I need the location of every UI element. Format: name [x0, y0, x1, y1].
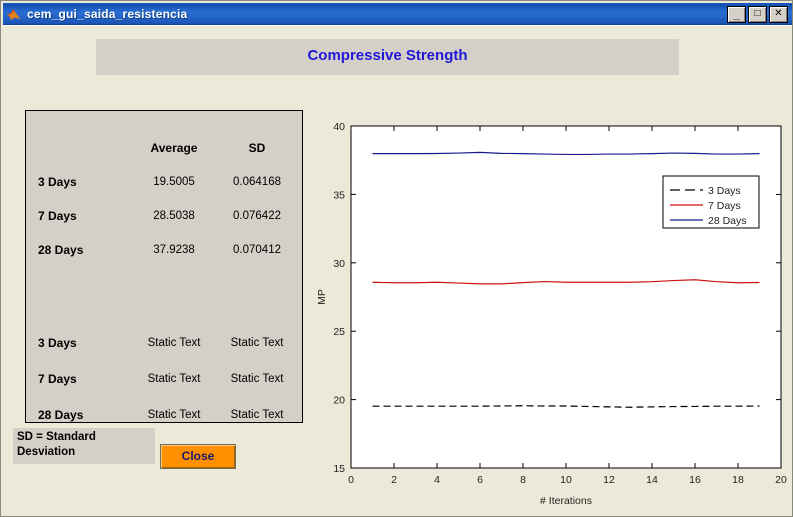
table-header-row: Average SD	[26, 139, 302, 157]
legend-label-28-days: 28 Days	[708, 215, 747, 227]
cell-average-3days: 19.5005	[153, 176, 195, 188]
cell-sd-7days: 0.076422	[233, 210, 281, 222]
column-header-average: Average	[150, 141, 198, 155]
table-row: 7 Days 28.5038 0.076422	[26, 207, 302, 225]
placeholder-cell-average-28days: Static Text	[147, 409, 201, 421]
y-tick-label: 15	[333, 463, 345, 475]
x-tick-label: 0	[348, 474, 354, 486]
y-tick-label: 40	[333, 121, 345, 133]
x-tick-label: 8	[520, 474, 526, 486]
row-label-7days: 7 Days	[38, 209, 77, 223]
minimize-button[interactable]: _	[727, 5, 746, 23]
page-title: Compressive Strength	[307, 47, 468, 64]
results-panel: Average SD 3 Days 19.5005 0.064168 7 Day…	[25, 110, 303, 423]
close-icon: ✕	[774, 7, 783, 19]
cell-average-28days: 37.9238	[153, 244, 195, 256]
chart-container: 0 2 4 6 8 10 12 14 16 18 20 15 20 25 30 35 40 # Iteration…	[313, 98, 791, 513]
row-label-28days: 28 Days	[38, 243, 84, 257]
y-tick-label: 30	[333, 258, 345, 270]
column-header-sd: SD	[248, 141, 266, 155]
client-area: Compressive Strength Average SD 3 Days 1…	[3, 25, 792, 515]
x-tick-label: 16	[689, 474, 701, 486]
close-window-button[interactable]: ✕	[769, 5, 788, 23]
x-axis-label: # Iterations	[540, 495, 592, 507]
legend-label-7-days: 7 Days	[708, 200, 741, 212]
placeholder-cell-sd-3days: Static Text	[230, 337, 284, 349]
window-title: cem_gui_saida_resistencia	[27, 7, 188, 21]
table-row: 3 Days 19.5005 0.064168	[26, 173, 302, 191]
table-row: 7 Days Static Text Static Text	[26, 370, 302, 388]
window-titlebar: cem_gui_saida_resistencia _ □ ✕	[3, 3, 792, 25]
placeholder-cell-average-7days: Static Text	[147, 373, 201, 385]
placeholder-row-label-7days: 7 Days	[38, 372, 77, 386]
maximize-icon: □	[754, 7, 761, 19]
x-tick-label: 6	[477, 474, 483, 486]
cell-sd-28days: 0.070412	[233, 244, 281, 256]
x-tick-label: 2	[391, 474, 397, 486]
y-tick-label: 25	[333, 326, 345, 338]
line-chart: 0 2 4 6 8 10 12 14 16 18 20 15 20 25 30 35 40 # Iteration…	[316, 121, 787, 507]
y-tick-label: 20	[333, 395, 345, 407]
x-tick-label: 18	[732, 474, 744, 486]
legend-label-3-days: 3 Days	[708, 185, 741, 197]
close-button[interactable]: Close	[160, 444, 236, 469]
matlab-icon	[6, 7, 22, 22]
y-axis-label: MP	[316, 289, 328, 305]
x-tick-label: 4	[434, 474, 440, 486]
x-tick-label: 12	[603, 474, 615, 486]
placeholder-cell-sd-28days: Static Text	[230, 409, 284, 421]
x-tick-label: 20	[775, 474, 787, 486]
placeholder-cell-average-3days: Static Text	[147, 337, 201, 349]
table-row: 28 Days 37.9238 0.070412	[26, 241, 302, 259]
cell-average-7days: 28.5038	[153, 210, 195, 222]
x-tick-label: 10	[560, 474, 572, 486]
table-row: 28 Days Static Text Static Text	[26, 406, 302, 424]
sd-note-text: SD = Standard Desviation	[17, 431, 96, 458]
cell-sd-3days: 0.064168	[233, 176, 281, 188]
maximize-button[interactable]: □	[748, 5, 767, 23]
x-tick-label: 14	[646, 474, 658, 486]
application-window: cem_gui_saida_resistencia _ □ ✕ Compress…	[0, 0, 793, 517]
placeholder-row-label-3days: 3 Days	[38, 336, 77, 350]
table-row: 3 Days Static Text Static Text	[26, 334, 302, 352]
placeholder-cell-sd-7days: Static Text	[230, 373, 284, 385]
row-label-3days: 3 Days	[38, 175, 77, 189]
header-panel: Compressive Strength	[96, 39, 679, 75]
window-controls: _ □ ✕	[727, 5, 788, 23]
y-tick-label: 35	[333, 189, 345, 201]
sd-note-panel: SD = Standard Desviation	[13, 428, 155, 464]
minimize-icon: _	[733, 8, 740, 21]
placeholder-row-label-28days: 28 Days	[38, 408, 84, 422]
